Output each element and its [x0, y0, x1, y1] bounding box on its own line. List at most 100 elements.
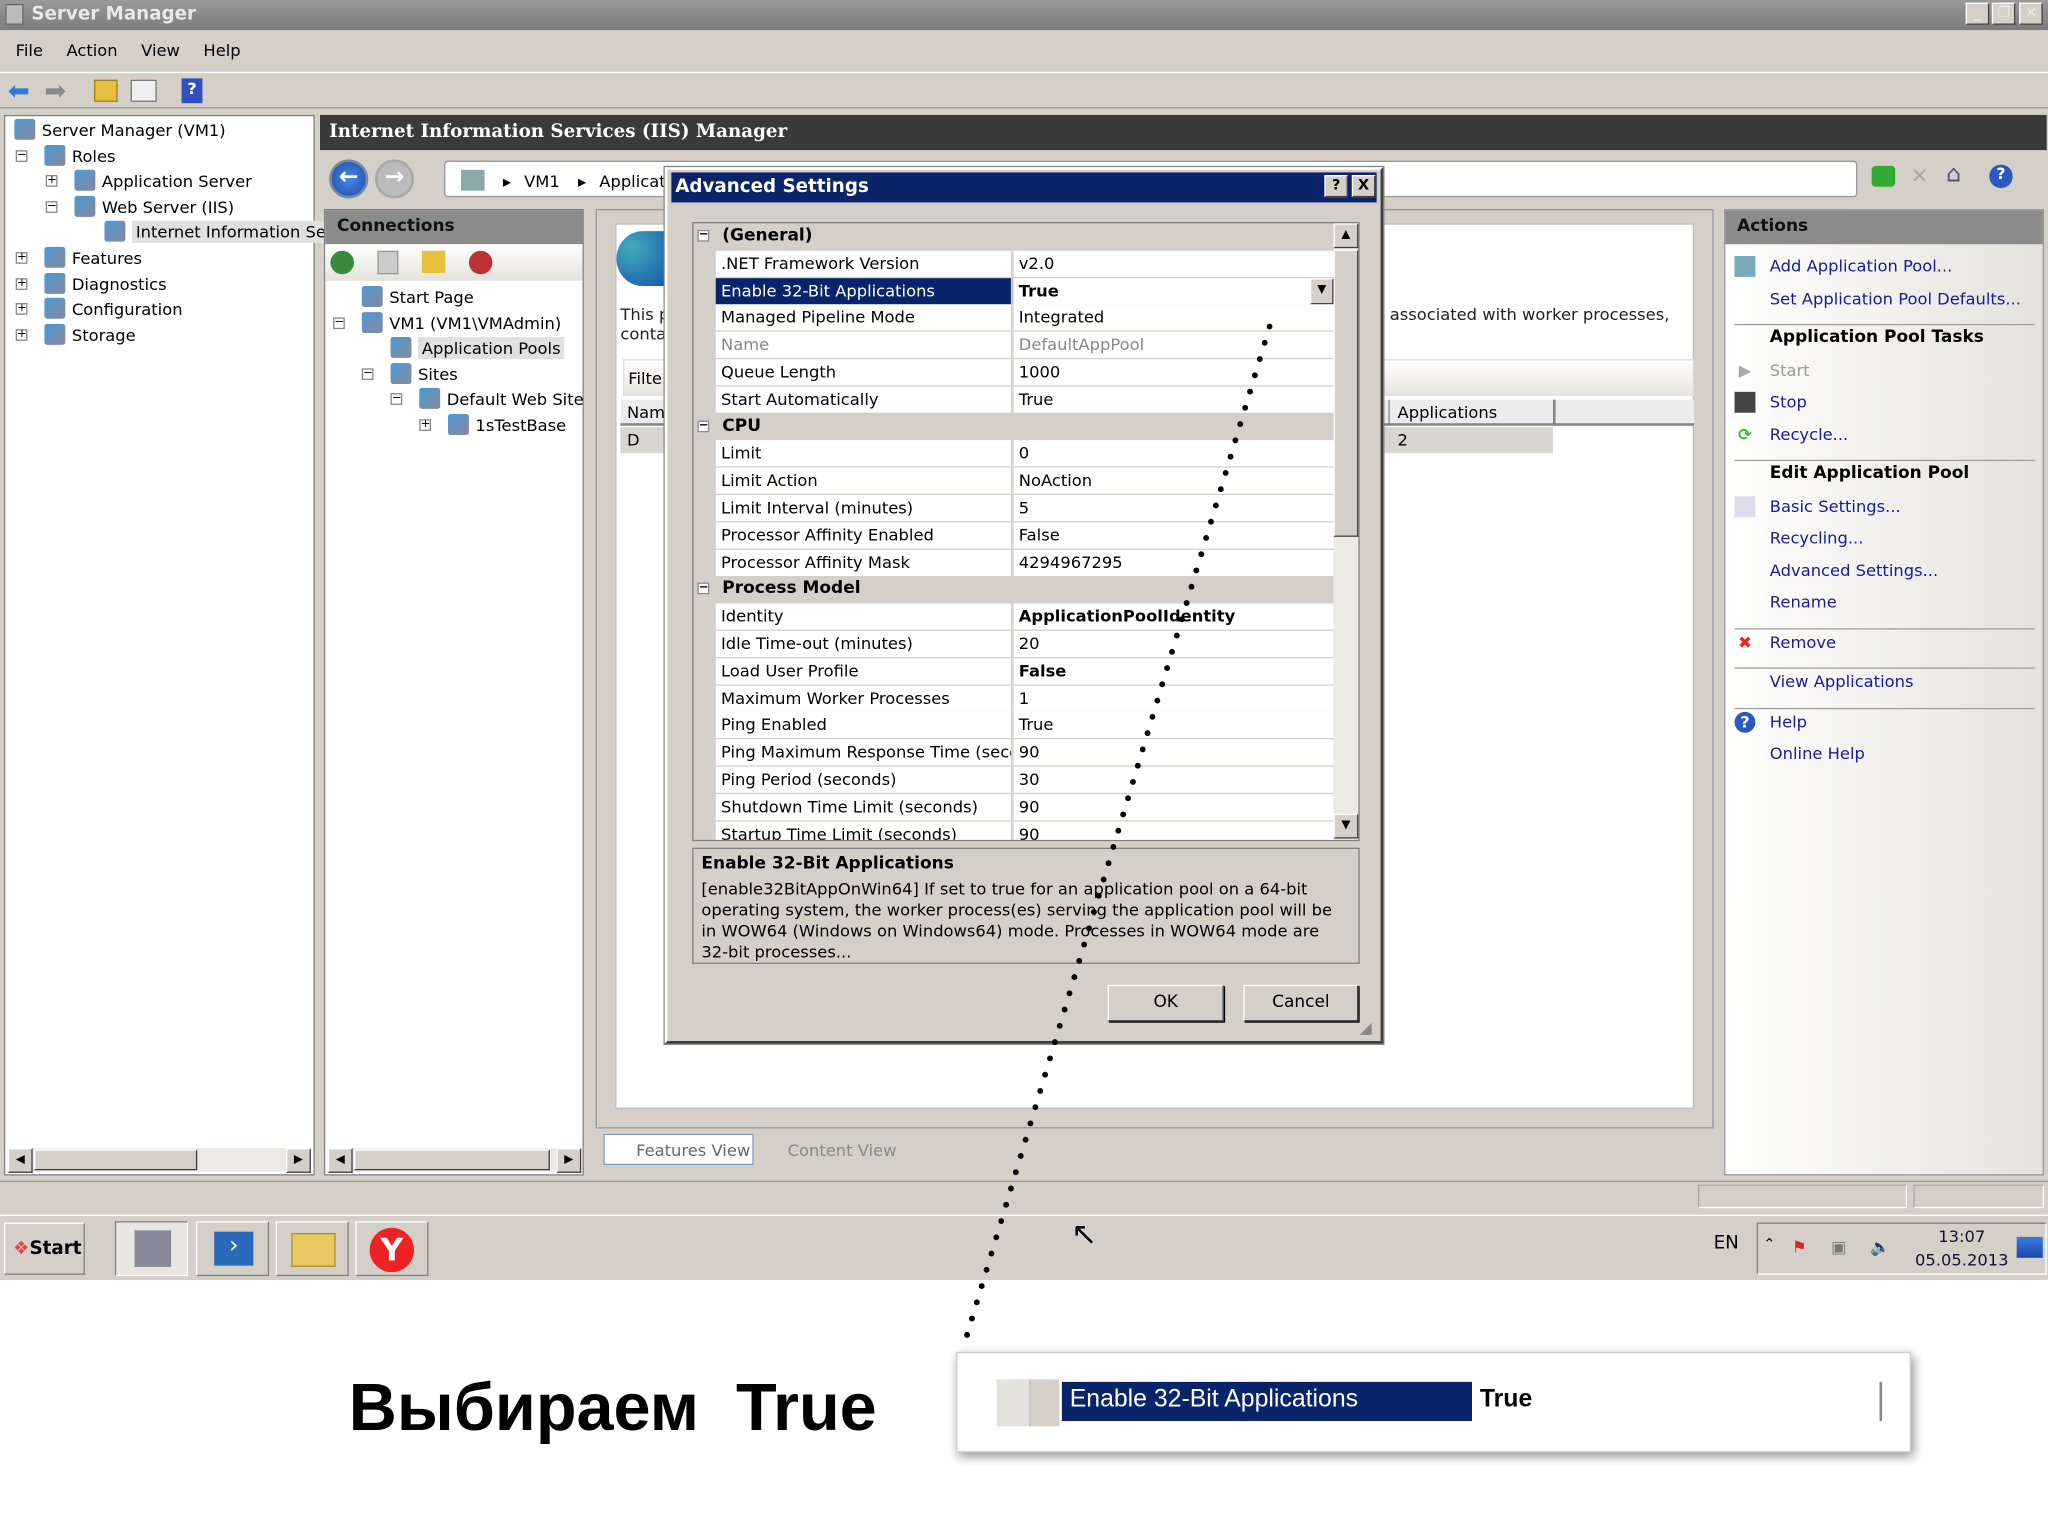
taskbar-explorer[interactable] — [275, 1221, 349, 1277]
property-grid-scrollbar[interactable]: ▲ ▼ — [1333, 223, 1359, 840]
connections-horizontal-scrollbar[interactable]: ◀ ▶ — [327, 1148, 582, 1173]
help-dropdown-icon[interactable]: ? — [1989, 164, 2013, 189]
disconnect-icon[interactable] — [468, 250, 493, 275]
forward-arrow-icon[interactable]: ➡ — [44, 77, 66, 103]
property-row[interactable]: Load User Profile False — [693, 658, 1334, 686]
left-tree-horizontal-scrollbar[interactable]: ◀ ▶ — [7, 1148, 311, 1173]
tree-item[interactable]: − Sites — [361, 362, 458, 384]
action-add-application-pool[interactable]: Add Application Pool... — [1770, 256, 1953, 276]
close-button[interactable]: ✕ — [2019, 2, 2043, 25]
action-view-applications[interactable]: View Applications — [1770, 671, 1914, 691]
property-value[interactable]: 5 — [1013, 495, 1334, 522]
property-row[interactable]: Start Automatically True — [693, 386, 1334, 414]
scroll-thumb[interactable] — [1333, 249, 1359, 537]
property-row[interactable]: Ping Period (seconds) 30 — [693, 766, 1334, 794]
tree-item[interactable]: − Roles — [15, 144, 116, 166]
collapse-minus-icon[interactable]: − — [697, 582, 710, 595]
up-folder-icon[interactable] — [94, 79, 118, 102]
save-icon[interactable] — [377, 250, 399, 275]
up-icon[interactable] — [421, 250, 446, 273]
tree-item[interactable]: Server Manager (VM1) — [14, 118, 226, 140]
taskbar-yandex-browser[interactable]: Y — [355, 1221, 429, 1277]
stop-icon[interactable]: ✕ — [1911, 163, 1929, 188]
expander-plus-icon[interactable]: + — [419, 419, 432, 432]
dropdown-arrow-icon[interactable]: ▼ — [1310, 277, 1334, 304]
show-hide-tree-icon[interactable] — [130, 79, 157, 102]
dialog-help-button[interactable]: ? — [1324, 175, 1348, 198]
property-row[interactable]: Maximum Worker Processes 1 — [693, 685, 1334, 713]
tab-content-view[interactable]: Content View — [760, 1134, 904, 1165]
expander-plus-icon[interactable]: + — [45, 175, 58, 188]
iis-back-button[interactable]: ← — [329, 159, 369, 199]
property-value[interactable]: 90 — [1013, 793, 1334, 820]
property-value[interactable]: v2.0 — [1013, 250, 1334, 277]
tree-item[interactable]: − Web Server (IIS) — [45, 195, 234, 217]
expander-minus-icon[interactable]: − — [361, 367, 374, 380]
tree-item[interactable]: Start Page — [361, 286, 474, 307]
property-value[interactable]: 1000 — [1013, 359, 1334, 386]
tree-item[interactable]: + Storage — [15, 323, 136, 345]
taskbar-server-manager[interactable] — [114, 1221, 189, 1277]
tree-item[interactable]: − Default Web Site — [390, 388, 584, 410]
dialog-close-button[interactable]: X — [1351, 175, 1376, 198]
expander-minus-icon[interactable]: − — [15, 149, 28, 162]
expander-minus-icon[interactable]: − — [390, 393, 403, 406]
property-value[interactable]: ApplicationPoolIdentity — [1013, 603, 1334, 630]
property-value[interactable]: 30 — [1013, 766, 1334, 793]
property-row[interactable]: Ping Enabled True — [693, 712, 1334, 740]
start-button[interactable]: ❖Start — [3, 1222, 85, 1275]
action-basic-settings[interactable]: Basic Settings... — [1770, 496, 1901, 516]
expander-plus-icon[interactable]: + — [15, 328, 28, 341]
menu-help[interactable]: Help — [201, 37, 254, 66]
column-applications[interactable]: Applications — [1388, 399, 1556, 426]
property-category[interactable]: − CPU — [693, 414, 1334, 441]
minimize-button[interactable]: _ — [1965, 2, 1990, 25]
collapse-minus-icon[interactable]: − — [697, 419, 710, 432]
property-row[interactable]: Name DefaultAppPool — [693, 331, 1334, 360]
property-row[interactable]: Limit Action NoAction — [693, 467, 1334, 495]
property-value[interactable]: 4294967295 — [1013, 549, 1334, 576]
property-value[interactable]: False — [1013, 658, 1334, 685]
collapse-minus-icon[interactable]: − — [697, 229, 710, 242]
property-category[interactable]: − (General) — [693, 223, 1334, 251]
action-recycling[interactable]: Recycling... — [1770, 528, 1864, 548]
tree-item[interactable]: + Configuration — [15, 298, 183, 319]
tree-item[interactable]: − VM1 (VM1\VMAdmin) — [333, 311, 561, 333]
resize-grip-icon[interactable]: ◢ — [1360, 1019, 1372, 1037]
property-value[interactable]: NoAction — [1013, 467, 1334, 494]
refresh-icon[interactable] — [1871, 165, 1896, 187]
action-set-application-pool-defaults[interactable]: Set Application Pool Defaults... — [1770, 288, 2021, 308]
language-indicator[interactable]: EN — [1714, 1233, 1739, 1254]
property-value[interactable]: 90 — [1013, 739, 1334, 766]
action-recycle[interactable]: Recycle... — [1770, 424, 1848, 444]
clock-date[interactable]: 05.05.2013 — [1912, 1250, 2011, 1270]
property-value-dropdown[interactable]: True — [1013, 277, 1334, 304]
property-value[interactable]: False — [1013, 522, 1334, 549]
tree-item[interactable]: + Features — [15, 246, 142, 268]
action-remove[interactable]: Remove — [1770, 632, 1836, 652]
ok-button[interactable]: OK — [1107, 984, 1224, 1022]
property-row[interactable]: Limit Interval (minutes) 5 — [693, 495, 1334, 523]
property-row[interactable]: Enable 32-Bit Applications True ▼ — [693, 277, 1334, 305]
tree-item[interactable]: + Application Server — [45, 170, 252, 191]
show-desktop-icon[interactable] — [2016, 1236, 2043, 1258]
expander-minus-icon[interactable]: − — [45, 200, 58, 213]
property-value[interactable]: True — [1013, 386, 1334, 413]
property-row[interactable]: Startup Time Limit (seconds) 90 — [694, 821, 1334, 840]
iis-forward-button[interactable]: → — [374, 159, 415, 199]
property-value[interactable]: Integrated — [1013, 304, 1334, 331]
property-row[interactable]: Identity ApplicationPoolIdentity — [693, 603, 1334, 631]
volume-muted-icon[interactable]: 🔈 — [1870, 1237, 1890, 1258]
property-row[interactable]: Managed Pipeline Mode Integrated — [693, 304, 1334, 332]
show-hidden-icons[interactable]: ⌃ — [1763, 1236, 1775, 1253]
tree-item[interactable]: +1sTestBase — [419, 414, 566, 435]
property-category[interactable]: − Process Model — [693, 577, 1334, 604]
connect-icon[interactable] — [330, 250, 354, 275]
property-row[interactable]: Shutdown Time Limit (seconds) 90 — [693, 793, 1334, 822]
property-value[interactable]: 20 — [1013, 630, 1334, 657]
menu-file[interactable]: File — [13, 37, 56, 66]
property-value[interactable]: 90 — [1013, 821, 1334, 840]
back-arrow-icon[interactable]: ⬅ — [8, 77, 30, 103]
property-row[interactable]: Idle Time-out (minutes) 20 — [693, 630, 1334, 659]
action-advanced-settings[interactable]: Advanced Settings... — [1770, 560, 1938, 580]
